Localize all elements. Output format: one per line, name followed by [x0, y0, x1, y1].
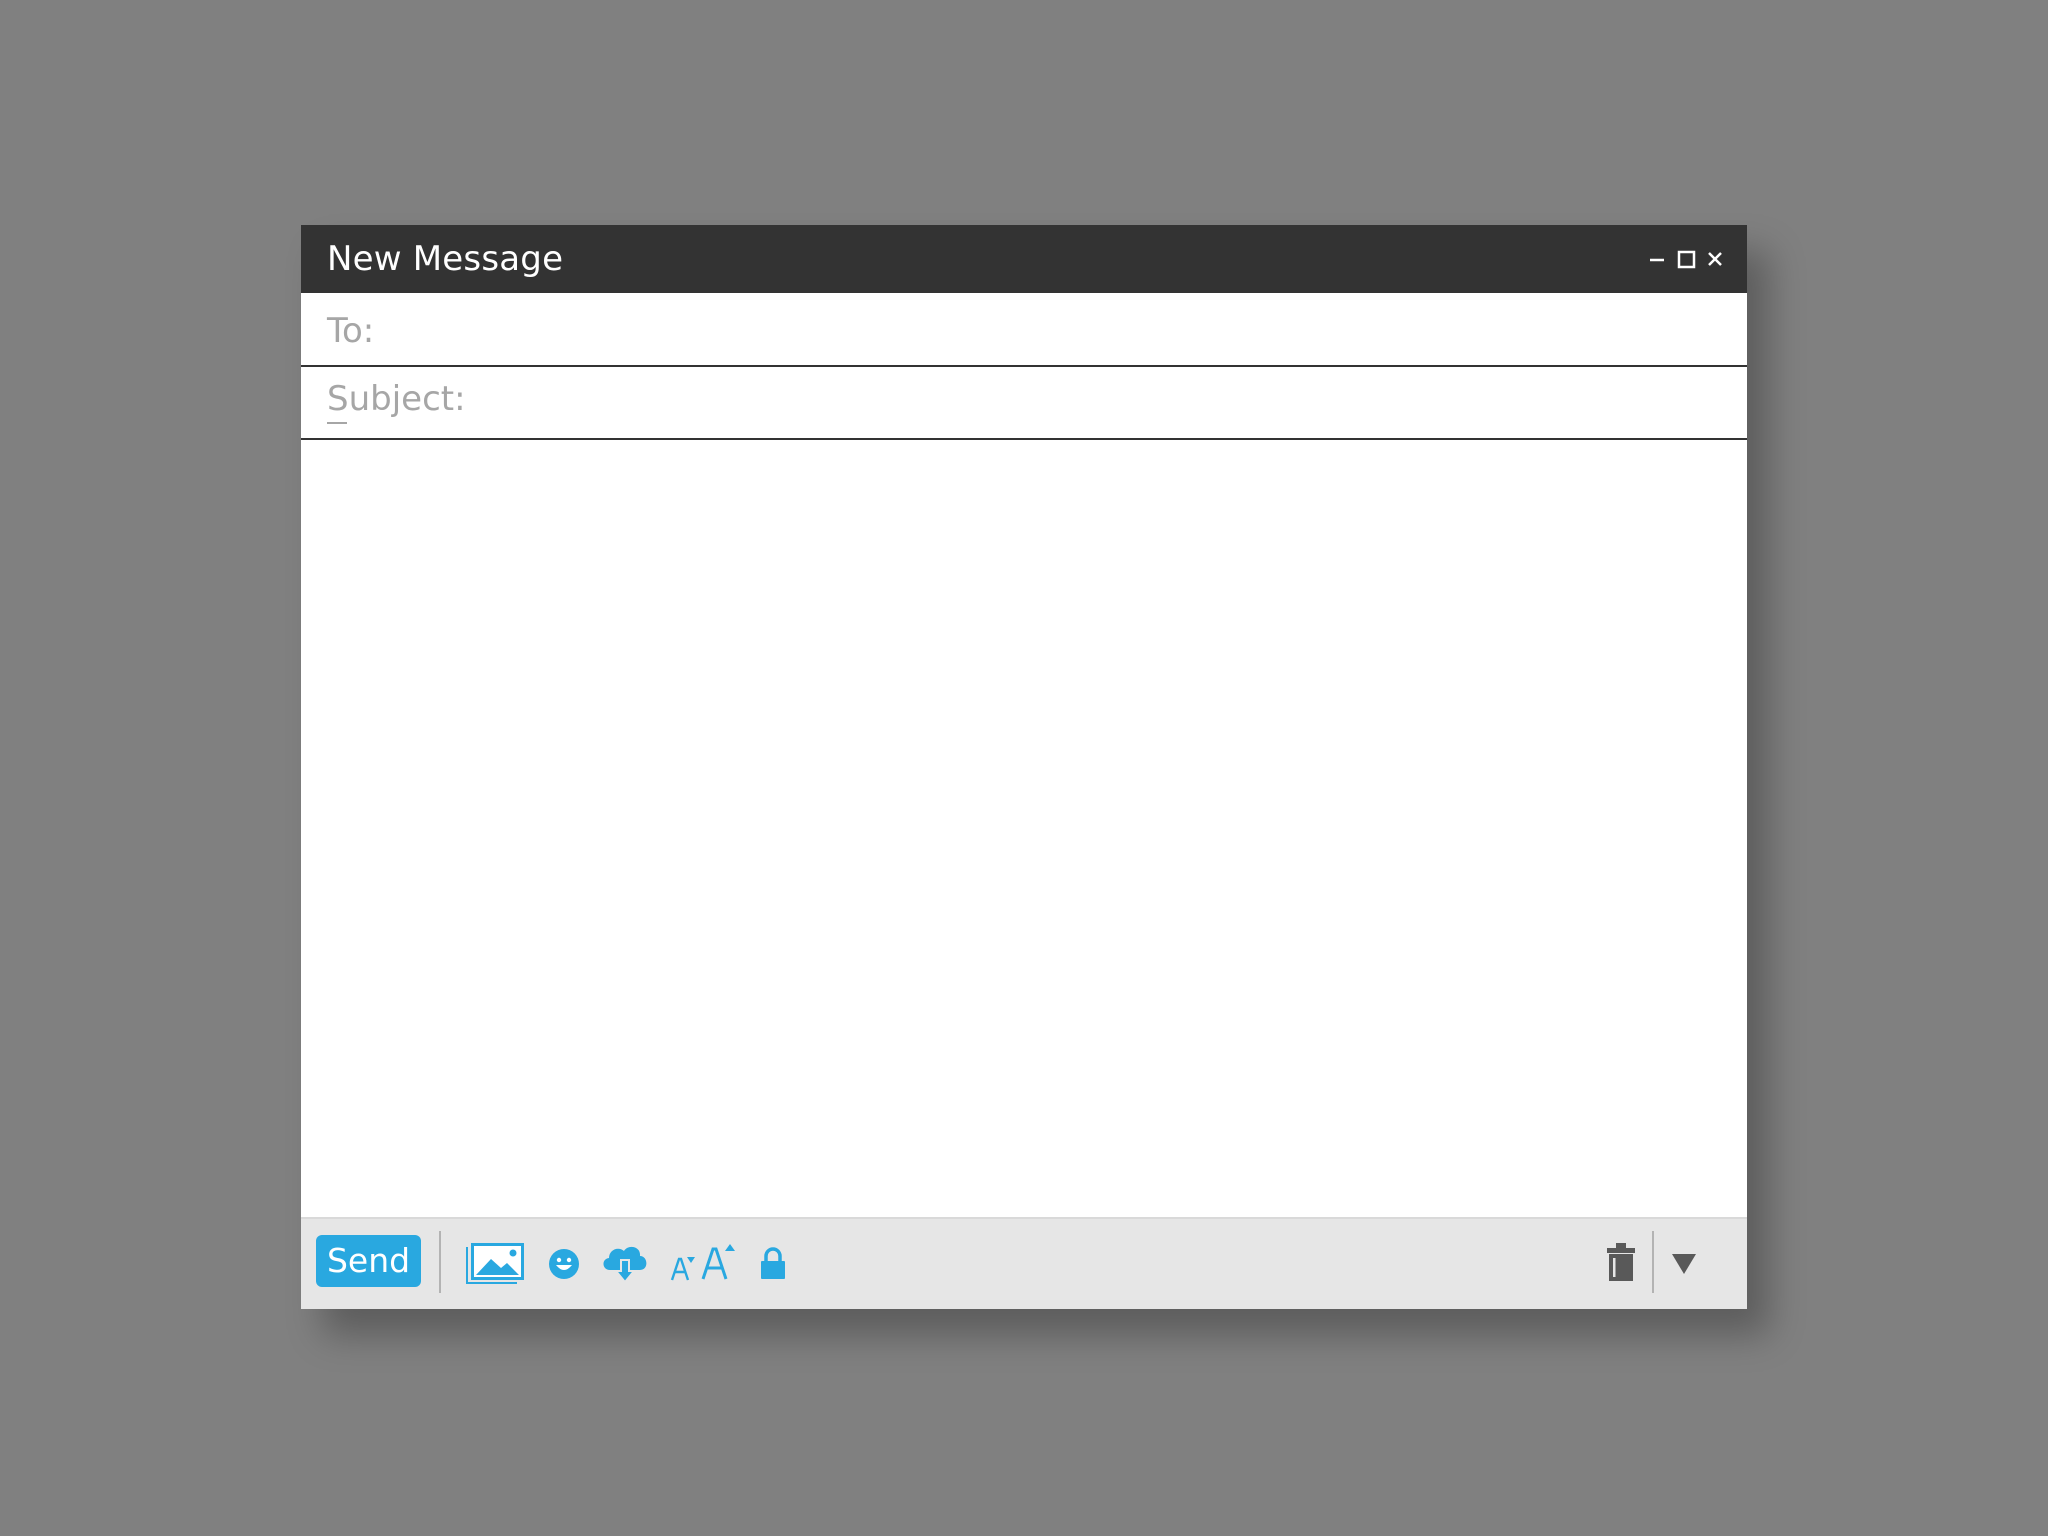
title-bar: New Message [301, 225, 1747, 293]
font-size-decrease-icon [670, 1257, 695, 1281]
minimize-icon [1650, 258, 1664, 262]
message-body[interactable] [301, 440, 1747, 1215]
encrypt-lock-button[interactable] [759, 1245, 787, 1281]
to-row: To: [301, 293, 1747, 367]
to-field[interactable] [381, 301, 1725, 357]
cloud-download-icon [603, 1246, 647, 1284]
trash-icon [1607, 1243, 1635, 1281]
emoji-icon [549, 1249, 579, 1279]
more-options-dropdown-icon [1672, 1254, 1696, 1274]
font-size-decrease-button[interactable] [670, 1253, 696, 1281]
maximize-icon [1677, 250, 1696, 269]
insert-image-icon [466, 1243, 524, 1284]
subject-row: Subject: [301, 367, 1747, 440]
send-button[interactable]: Send [316, 1235, 421, 1287]
font-size-increase-icon [701, 1244, 735, 1280]
subject-field[interactable] [461, 375, 1725, 431]
toolbar-divider [439, 1231, 441, 1293]
subject-label: Subject: [327, 379, 466, 419]
font-size-increase-button[interactable] [701, 1241, 737, 1281]
insert-image-button[interactable] [465, 1239, 527, 1285]
more-options-button[interactable] [1669, 1251, 1699, 1277]
to-label: To: [327, 311, 375, 351]
cloud-download-button[interactable] [600, 1242, 650, 1284]
maximize-button[interactable] [1670, 241, 1702, 277]
close-icon [1708, 252, 1722, 266]
lock-icon [761, 1247, 785, 1279]
discard-button[interactable] [1605, 1241, 1637, 1283]
subject-accesskey-underline [327, 422, 347, 424]
compose-toolbar: Send [301, 1217, 1747, 1309]
minimize-button[interactable] [1641, 241, 1673, 277]
window-title: New Message [327, 239, 564, 279]
close-button[interactable] [1699, 241, 1731, 277]
compose-window: New Message To: Subject: Send [301, 225, 1747, 1309]
emoji-button[interactable] [548, 1248, 580, 1280]
toolbar-divider [1652, 1231, 1654, 1293]
